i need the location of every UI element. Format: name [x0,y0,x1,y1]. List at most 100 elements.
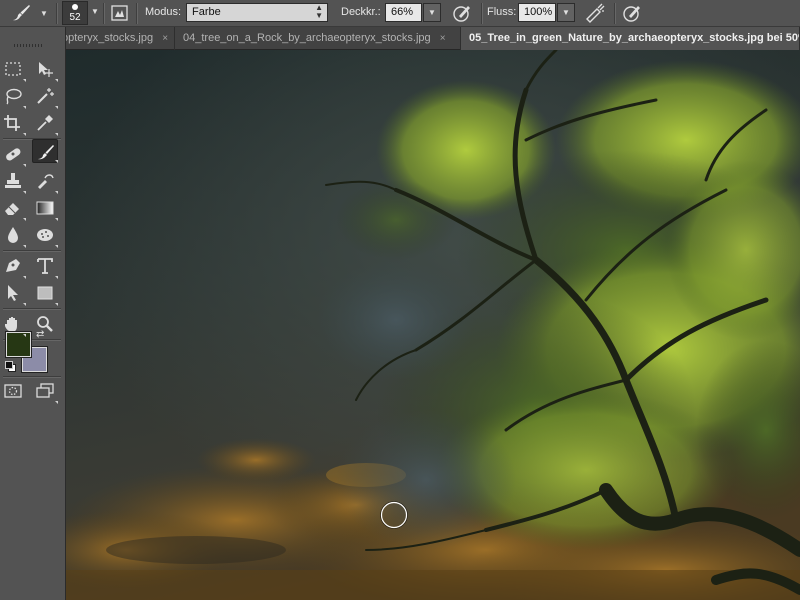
tool-marquee[interactable] [0,57,26,81]
brush-tool-icon [13,5,30,21]
screen-mode-icon [36,383,54,398]
toolbox-divider [3,376,61,378]
tool-gradient[interactable] [32,196,58,220]
document-tab-active[interactable]: 05_Tree_in_green_Nature_by_archaeopteryx… [461,27,800,50]
flow-label: Fluss: [487,6,517,18]
flyout-indicator [23,245,26,248]
blur-drop-icon [8,227,18,243]
tool-clone-stamp[interactable] [0,169,26,193]
separator [56,3,58,24]
tool-path-selection[interactable] [0,281,26,305]
tool-eyedropper[interactable] [32,111,58,135]
separator [103,3,105,24]
mode-select[interactable]: Farbe ▲ ▼ [186,3,328,22]
brush-tip-icon [72,4,78,10]
flyout-indicator [55,106,58,109]
flyout-indicator [55,303,58,306]
close-icon[interactable]: × [437,27,449,50]
opacity-label: Deckkr.: [341,6,381,18]
brush-panel-icon [111,5,128,21]
foreground-color-swatch[interactable] [5,331,32,358]
flyout-indicator [55,191,58,194]
magic-wand-icon [37,88,54,104]
flyout-indicator [55,401,58,404]
flyout-indicator [23,334,26,337]
mode-label: Modus: [145,6,182,18]
document-tab[interactable]: 04_tree_on_a_Rock_by_archaeopteryx_stock… [175,27,461,50]
toolbox-divider [3,308,61,310]
tab-label: opteryx_stocks.jpg [62,32,154,44]
pen-icon [6,259,20,272]
brush-size-value: 52 [69,12,81,23]
quick-mask-button[interactable] [0,379,26,403]
toolbox-grip[interactable] [14,44,42,47]
lasso-icon [6,88,22,105]
screen-mode-button[interactable] [32,379,58,403]
tool-move[interactable] [32,57,58,81]
hand-icon [5,317,17,332]
quick-mask-icon [4,384,22,398]
brush-size-picker[interactable]: 52 [62,1,88,25]
opacity-field[interactable]: 66% [385,3,422,22]
document-tab[interactable]: opteryx_stocks.jpg × [58,27,175,50]
document-canvas[interactable] [66,50,800,600]
tool-preset-dropdown[interactable]: ▼ [40,9,48,18]
eyedropper-icon [37,115,53,131]
document-tab-bar: opteryx_stocks.jpg × 04_tree_on_a_Rock_by… [0,27,800,50]
toolbox: ⇄ [0,27,66,600]
tool-crop[interactable] [0,111,26,135]
type-icon [37,258,53,274]
flyout-indicator [55,218,58,221]
tool-pen[interactable] [0,254,26,278]
flyout-indicator [23,133,26,136]
tool-magic-wand[interactable] [32,84,58,108]
brush-panel-toggle[interactable] [109,3,131,23]
eraser-icon [5,203,19,215]
flyout-indicator [23,79,26,82]
default-colors-icon[interactable] [5,361,16,372]
flyout-indicator [55,276,58,279]
tool-type[interactable] [32,254,58,278]
tab-label: 05_Tree_in_green_Nature_by_archaeopteryx… [469,32,800,44]
close-icon[interactable]: × [159,27,171,50]
swap-colors-icon[interactable]: ⇄ [36,329,44,340]
brush-icon [38,145,54,160]
pressure-size-icon [623,6,640,22]
tool-dodge[interactable] [32,223,58,247]
flyout-indicator [55,160,58,163]
tool-rectangle[interactable] [32,281,58,305]
brush-picker-dropdown[interactable]: ▼ [89,3,101,22]
pressure-opacity-icon [453,6,470,22]
tool-eraser[interactable] [0,196,26,220]
flyout-indicator [55,133,58,136]
tool-history-brush[interactable] [32,169,58,193]
flyout-indicator [23,191,26,194]
tool-spot-healing[interactable] [0,142,26,166]
tab-label: 04_tree_on_a_Rock_by_archaeopteryx_stock… [183,32,431,44]
airbrush-icon [586,3,605,23]
flyout-indicator [23,218,26,221]
gradient-icon [36,201,54,215]
tree-foliage [316,60,800,550]
pressure-size-toggle[interactable] [621,3,643,23]
pressure-opacity-toggle[interactable] [451,3,473,23]
airbrush-toggle[interactable] [584,3,606,23]
flyout-indicator [55,79,58,82]
flow-field[interactable]: 100% [518,3,556,22]
crop-icon [4,115,20,131]
rectangular-marquee-icon [5,62,21,76]
tool-blur[interactable] [0,223,26,247]
toolbox-divider [3,250,61,252]
path-selection-icon [8,285,18,301]
tool-lasso[interactable] [0,84,26,108]
tree-photo [66,50,800,600]
flow-dropdown[interactable]: ▼ [557,3,575,22]
mode-stepper-icon: ▲ ▼ [315,3,323,20]
flyout-indicator [55,245,58,248]
flyout-indicator [23,303,26,306]
brush-tool-preset-button[interactable] [10,3,32,23]
sponge-icon [37,229,53,241]
opacity-dropdown[interactable]: ▼ [423,3,441,22]
separator [614,3,616,24]
options-bar: ▼ 52 ▼ Modus: Farbe ▲ ▼ Deckkr.: 66% ▼ Fl… [0,0,800,27]
